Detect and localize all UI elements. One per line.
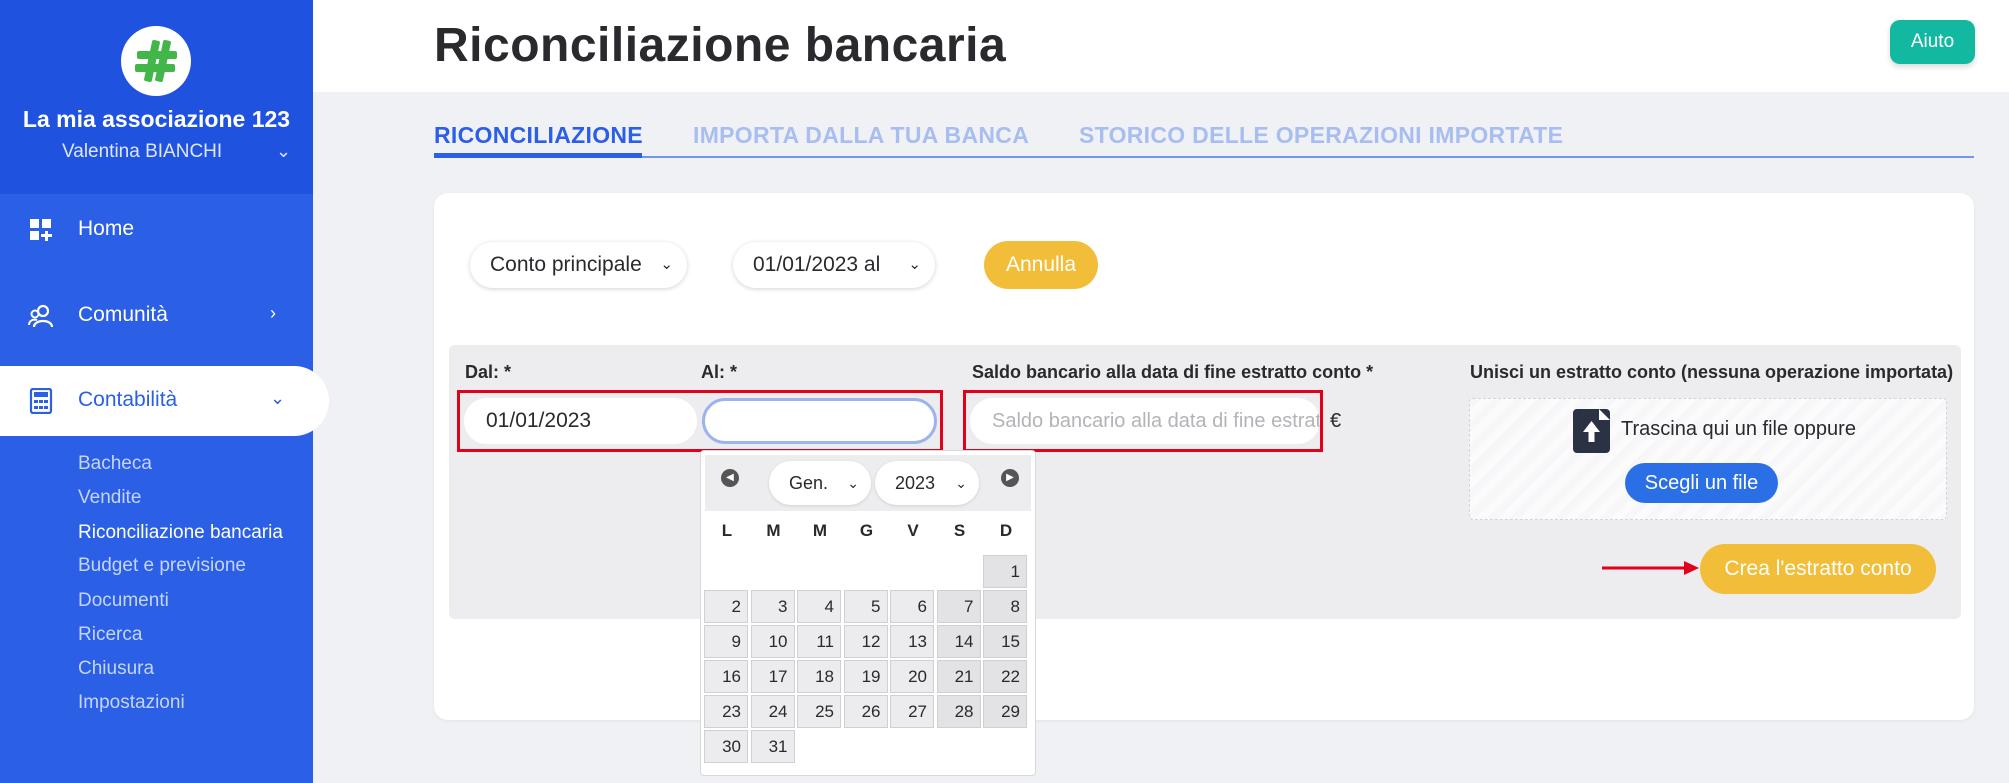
period-select-value: 01/01/2023 al [753,253,881,276]
chevron-down-icon: ⌄ [270,388,286,408]
nav-label-comunita: Comunità [78,303,168,326]
calendar-day[interactable]: 2 [704,590,748,623]
page-title: Riconciliazione bancaria [434,19,1007,72]
calendar-day[interactable]: 24 [750,695,795,728]
subnav-chiusura[interactable]: Chiusura [78,658,154,680]
chevron-down-icon: ⌄ [660,256,673,273]
calendar-day[interactable]: 3 [750,590,795,623]
calendar-day[interactable]: 25 [797,695,841,728]
weekday-header: V [907,521,919,540]
upload-file-icon [1573,409,1610,453]
active-tab-indicator [434,153,642,158]
nav-item-contabilita[interactable]: Contabilità ⌄ [0,366,329,436]
calendar-day[interactable]: 16 [704,660,748,693]
calendar-day[interactable]: 4 [797,590,841,623]
association-logo[interactable] [121,26,191,96]
chevron-down-icon: ⌄ [908,256,921,273]
subnav-documenti[interactable]: Documenti [78,590,169,612]
calendar-day[interactable]: 7 [936,590,981,623]
weekday-header: S [953,521,966,540]
subnav-impostazioni[interactable]: Impostazioni [78,692,185,714]
date-picker-calendar: ◀ Gen. ⌄ 2023 ⌄ ▶ L M M G V S D 1 2 3 4 5 6 7 8 9 10 11 12… [700,450,1036,776]
subnav-ricerca[interactable]: Ricerca [78,624,142,646]
calendar-day[interactable]: 18 [797,660,841,693]
tab-riconciliazione[interactable]: RICONCILIAZIONE [434,122,643,149]
calendar-day[interactable]: 28 [936,695,981,728]
period-select[interactable]: 01/01/2023 al ⌄ [733,242,935,288]
weekday-header: D [999,521,1013,540]
chevron-down-icon: ⌄ [847,475,859,491]
calendar-day[interactable]: 30 [704,730,748,763]
sidebar: La mia associazione 123 Valentina BIANCH… [0,0,329,783]
calendar-header: ◀ Gen. ⌄ 2023 ⌄ ▶ [705,455,1031,511]
calendar-day[interactable]: 26 [843,695,888,728]
cancel-button[interactable]: Annulla [984,241,1098,289]
calendar-day[interactable]: 13 [890,625,934,658]
weekday-header: L [721,521,733,540]
account-select-value: Conto principale [490,253,642,276]
red-arrow-annotation [1602,561,1699,575]
calendar-day[interactable]: 15 [983,625,1027,658]
calendar-day[interactable]: 31 [750,730,795,763]
calendar-day[interactable]: 5 [843,590,888,623]
organization-name: La mia associazione 123 [22,106,291,132]
account-select[interactable]: Conto principale ⌄ [470,242,687,288]
calendar-day[interactable]: 22 [983,660,1027,693]
calendar-day[interactable]: 19 [843,660,888,693]
calendar-day[interactable]: 12 [843,625,888,658]
weekday-header: M [812,521,828,540]
calendar-day[interactable]: 9 [704,625,748,658]
help-button[interactable]: Aiuto [1890,20,1975,64]
calendar-day[interactable]: 14 [936,625,981,658]
from-date-label: Dal: * [465,362,512,382]
calendar-day[interactable]: 1 [983,555,1027,588]
tab-bar: RICONCILIAZIONE IMPORTA DALLA TUA BANCA … [434,120,1974,158]
dashboard-icon [30,219,52,241]
calendar-day[interactable]: 23 [704,695,748,728]
nav-label-home: Home [78,217,135,240]
weekday-header: G [859,521,874,540]
calendar-day[interactable]: 8 [983,590,1027,623]
bank-balance-highlight [963,390,1323,452]
user-name[interactable]: Valentina BIANCHI [62,141,222,163]
calendar-day[interactable]: 10 [750,625,795,658]
users-icon [28,304,54,328]
calendar-day[interactable]: 21 [936,660,981,693]
currency-symbol: € [1330,410,1342,432]
user-menu-chevron-icon[interactable]: ⌄ [276,141,291,162]
to-date-label: Al: * [701,362,737,382]
calendar-day[interactable]: 27 [890,695,934,728]
month-select-value: Gen. [789,473,829,493]
calendar-day[interactable]: 29 [983,695,1027,728]
chevron-down-icon: ⌄ [955,475,967,491]
create-statement-button[interactable]: Crea l'estratto conto [1700,544,1936,594]
nav-item-home[interactable]: Home [0,195,313,265]
subnav-budget-e-previsione[interactable]: Budget e previsione [78,555,246,577]
year-select[interactable]: 2023 ⌄ [875,461,979,505]
calendar-day[interactable]: 11 [797,625,841,658]
calculator-icon [29,388,53,414]
tab-storico-operazioni-importate[interactable]: STORICO DELLE OPERAZIONI IMPORTATE [1079,122,1563,149]
chevron-right-icon: › [270,303,276,323]
nav-label-contabilita: Contabilità [78,388,178,411]
subnav-bacheca[interactable]: Bacheca [78,453,152,475]
merge-statement-label: Unisci un estratto conto (nessuna operaz… [1470,362,1954,382]
subnav-riconciliazione-bancaria[interactable]: Riconciliazione bancaria [78,522,283,544]
date-range-highlight [457,390,943,452]
dropzone-text: Trascina qui un file oppure [1621,418,1856,440]
next-month-icon[interactable]: ▶ [1001,469,1019,487]
sidebar-header: La mia associazione 123 Valentina BIANCH… [0,0,313,194]
calendar-day[interactable]: 20 [890,660,934,693]
subnav-vendite[interactable]: Vendite [78,487,141,509]
month-select[interactable]: Gen. ⌄ [769,461,871,505]
weekday-header: M [766,521,781,540]
tab-importa-dalla-tua-banca[interactable]: IMPORTA DALLA TUA BANCA [693,122,1029,149]
previous-month-icon[interactable]: ◀ [721,469,739,487]
year-select-value: 2023 [895,473,936,493]
calendar-day[interactable]: 6 [890,590,934,623]
choose-file-button[interactable]: Scegli un file [1625,463,1778,503]
nav-item-comunita[interactable]: Comunità › [0,281,313,351]
calendar-day[interactable]: 17 [750,660,795,693]
bank-balance-label: Saldo bancario alla data di fine estratt… [972,362,1374,382]
